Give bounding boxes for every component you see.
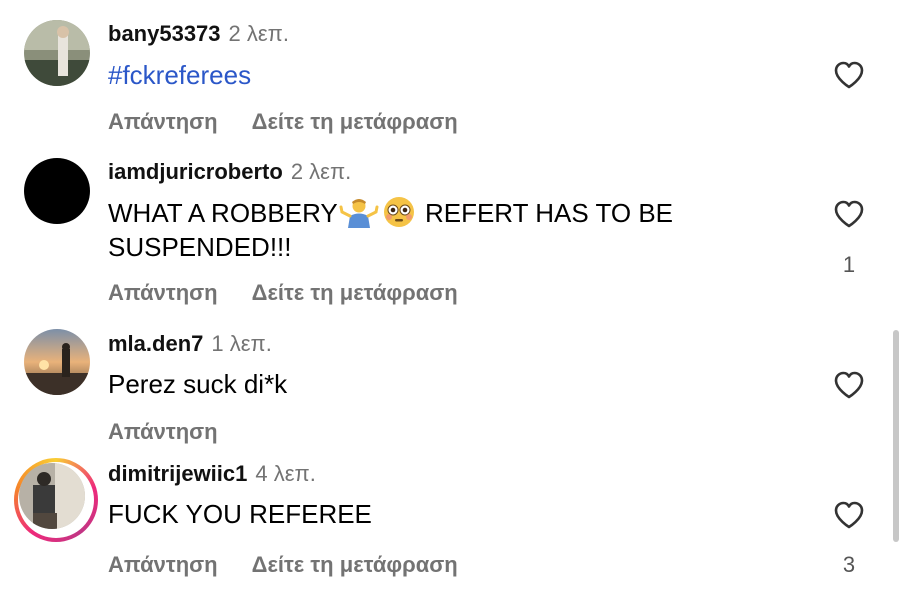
- user-avatar[interactable]: [24, 20, 90, 86]
- like-count: 1: [842, 252, 856, 277]
- comment-time: 2 λεπ.: [228, 21, 289, 46]
- user-avatar[interactable]: [24, 329, 90, 395]
- username[interactable]: mla.den7: [108, 331, 203, 356]
- see-translation-button[interactable]: Δείτε τη μετάφραση: [252, 109, 458, 134]
- flushed-face-emoji: [383, 197, 414, 227]
- scrollbar[interactable]: [893, 330, 899, 542]
- reply-button[interactable]: Απάντηση: [108, 109, 218, 134]
- username[interactable]: iamdjuricroberto: [108, 159, 283, 184]
- comment-text: Perez suck di*k: [108, 369, 288, 399]
- user-avatar: [19, 463, 85, 529]
- reply-button[interactable]: Απάντηση: [108, 552, 218, 577]
- reply-button[interactable]: Απάντηση: [108, 419, 218, 444]
- heart-outline-icon[interactable]: [833, 370, 865, 400]
- heart-outline-icon[interactable]: [833, 199, 865, 229]
- username[interactable]: dimitrijewiic1: [108, 461, 247, 486]
- person-shrugging-emoji: [339, 199, 379, 228]
- comment-time: 4 λεπ.: [255, 461, 316, 486]
- comment-hashtag-link[interactable]: #fckreferees: [108, 58, 251, 92]
- comment-text-part: WHAT A ROBBERY: [108, 198, 338, 228]
- see-translation-button[interactable]: Δείτε τη μετάφραση: [252, 552, 458, 577]
- comment-text-line: SUSPENDED!!!: [108, 232, 292, 262]
- username[interactable]: bany53373: [108, 21, 221, 46]
- heart-outline-icon[interactable]: [833, 60, 865, 90]
- comment-text: WHAT A ROBBERY REFERT HAS TO BE: [108, 196, 673, 230]
- see-translation-button[interactable]: Δείτε τη μετάφραση: [252, 280, 458, 305]
- comment-text: FUCK YOU REFEREE: [108, 499, 372, 529]
- reply-button[interactable]: Απάντηση: [108, 280, 218, 305]
- user-avatar[interactable]: [24, 158, 90, 224]
- comment-text-part: REFERT HAS TO BE: [424, 198, 674, 228]
- heart-outline-icon[interactable]: [833, 500, 865, 530]
- like-count: 3: [842, 552, 856, 577]
- comment-time: 1 λεπ.: [211, 331, 272, 356]
- story-ring-avatar[interactable]: [14, 458, 98, 542]
- comment-time: 2 λεπ.: [290, 159, 352, 184]
